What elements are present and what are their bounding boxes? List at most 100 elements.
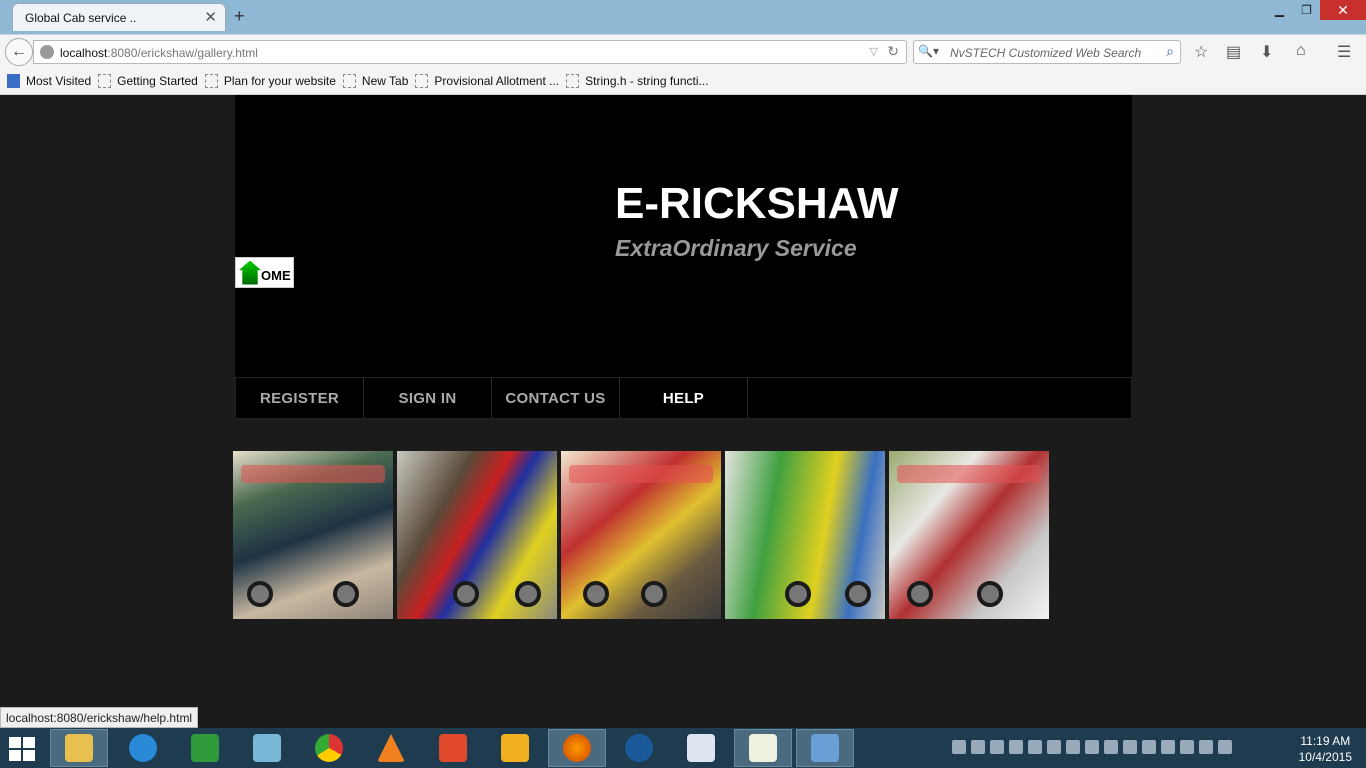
windows-start-icon[interactable]	[9, 737, 37, 761]
taskbar-clock[interactable]: 11:19 AM 10/4/2015	[1299, 733, 1352, 765]
notepad-icon[interactable]	[238, 729, 296, 767]
media-player-icon[interactable]	[486, 729, 544, 767]
bookmark-label: Most Visited	[26, 74, 92, 88]
gallery-photo-1[interactable]	[233, 451, 393, 619]
photo-gallery	[233, 451, 1049, 619]
page-icon	[98, 74, 112, 88]
tray-icon[interactable]	[1066, 740, 1080, 754]
gallery-photo-5[interactable]	[889, 451, 1049, 619]
bookmark-most-visited[interactable]: Most Visited	[7, 74, 91, 88]
menu-help[interactable]: HELP	[620, 378, 748, 418]
music-icon[interactable]	[424, 729, 482, 767]
tray-icon[interactable]	[990, 740, 1004, 754]
minimize-icon[interactable]: ▁	[1266, 0, 1293, 20]
home-icon[interactable]: ⌂	[1296, 42, 1306, 60]
taskbar: 11:19 AM 10/4/2015	[0, 728, 1366, 768]
search-bar[interactable]: 🔍▾ NvSTECH Customized Web Search ⌕	[913, 40, 1181, 64]
system-tray	[952, 740, 1232, 754]
page-icon	[415, 74, 429, 88]
house-icon	[239, 260, 261, 285]
back-arrow-icon[interactable]: ←	[5, 38, 33, 66]
menu-register[interactable]: REGISTER	[236, 378, 364, 418]
store-icon[interactable]	[176, 729, 234, 767]
bookmark-plan-website[interactable]: Plan for your website	[204, 74, 336, 88]
bookmark-string-h[interactable]: String.h - string functi...	[566, 74, 709, 88]
speed-icon[interactable]	[610, 729, 668, 767]
address-bar[interactable]: localhost:8080/erickshaw/gallery.html ▽ …	[33, 40, 907, 64]
menu-sign-in[interactable]: SIGN IN	[364, 378, 492, 418]
network-icon[interactable]	[1199, 740, 1213, 754]
reload-icon[interactable]: ↻	[887, 43, 899, 60]
tray-icon[interactable]	[1028, 740, 1042, 754]
tray-icon[interactable]	[1161, 740, 1175, 754]
download-icon[interactable]: ⬇	[1260, 42, 1273, 62]
url-text[interactable]: localhost:8080/erickshaw/gallery.html	[60, 46, 258, 60]
chrome-icon[interactable]	[300, 729, 358, 767]
tab-title: Global Cab service ..	[25, 11, 137, 25]
window-controls: ▁ ❐ ✕	[1266, 0, 1366, 20]
wheel-shape	[845, 581, 871, 607]
reading-list-icon[interactable]: ▤	[1226, 42, 1241, 62]
site-tagline: ExtraOrdinary Service	[615, 235, 857, 261]
bookmark-label: Getting Started	[117, 74, 198, 88]
page-icon	[566, 74, 580, 88]
bookmark-provisional-allotment[interactable]: Provisional Allotment ...	[415, 74, 559, 88]
browser-titlebar: Global Cab service .. ✕ + ▁ ❐ ✕	[0, 0, 1366, 34]
vlc-icon[interactable]	[362, 729, 420, 767]
wheel-shape	[583, 581, 609, 607]
browser-tab[interactable]: Global Cab service .. ✕	[12, 3, 226, 31]
tray-icon[interactable]	[1009, 740, 1023, 754]
bookmark-getting-started[interactable]: Getting Started	[98, 74, 198, 88]
wheel-shape	[333, 581, 359, 607]
page-icon	[342, 74, 356, 88]
site-header: E-RICKSHAW ExtraOrdinary Service OME	[235, 95, 1132, 377]
clock-date: 10/4/2015	[1298, 750, 1352, 764]
tray-icon[interactable]	[971, 740, 985, 754]
home-label: OME	[261, 268, 291, 283]
tab-close-icon[interactable]: ✕	[204, 8, 217, 26]
tray-icon[interactable]	[952, 740, 966, 754]
wheel-shape	[247, 581, 273, 607]
rickshaw-canopy	[569, 465, 713, 483]
gallery-photo-2[interactable]	[397, 451, 557, 619]
bookmarks-toolbar: Most Visited Getting Started Plan for yo…	[0, 68, 1366, 95]
wheel-shape	[907, 581, 933, 607]
document-icon[interactable]	[734, 729, 792, 767]
gallery-photo-4[interactable]	[725, 451, 885, 619]
close-window-icon[interactable]: ✕	[1320, 0, 1366, 20]
site-title: E-RICKSHAW	[615, 179, 899, 228]
wheel-shape	[515, 581, 541, 607]
bookmark-star-icon[interactable]: ☆	[1194, 42, 1208, 62]
firefox-icon[interactable]	[548, 729, 606, 767]
menu-icon[interactable]: ☰	[1337, 42, 1351, 62]
battery-icon[interactable]	[1180, 740, 1194, 754]
bookmark-folder-icon	[7, 74, 20, 88]
new-tab-icon[interactable]: +	[234, 6, 245, 27]
search-engine-icon[interactable]: 🔍▾	[918, 44, 944, 60]
rickshaw-canopy	[241, 465, 385, 483]
url-host: localhost	[60, 46, 108, 60]
bookmark-label: String.h - string functi...	[585, 74, 709, 88]
file-explorer-icon[interactable]	[50, 729, 108, 767]
dropdown-arrow-icon[interactable]: ▽	[870, 45, 878, 58]
menu-contact-us[interactable]: CONTACT US	[492, 378, 620, 418]
search-icon[interactable]: ⌕	[1166, 43, 1174, 60]
restore-icon[interactable]: ❐	[1293, 0, 1320, 20]
bookmark-label: New Tab	[361, 74, 409, 88]
bookmark-label: Plan for your website	[223, 74, 336, 88]
tray-icon[interactable]	[1104, 740, 1118, 754]
tray-icon[interactable]	[1142, 740, 1156, 754]
tray-icon[interactable]	[1123, 740, 1137, 754]
wheel-shape	[977, 581, 1003, 607]
bookmark-new-tab[interactable]: New Tab	[342, 74, 409, 88]
gallery-photo-3[interactable]	[561, 451, 721, 619]
bluetooth-icon[interactable]	[1085, 740, 1099, 754]
url-path: :8080/erickshaw/gallery.html	[107, 46, 258, 60]
internet-explorer-icon[interactable]	[114, 729, 172, 767]
word-icon[interactable]	[672, 729, 730, 767]
home-button[interactable]: OME	[235, 257, 294, 288]
virtualbox-icon[interactable]	[796, 729, 854, 767]
volume-icon[interactable]	[1218, 740, 1232, 754]
tray-icon[interactable]	[1047, 740, 1061, 754]
wheel-shape	[641, 581, 667, 607]
